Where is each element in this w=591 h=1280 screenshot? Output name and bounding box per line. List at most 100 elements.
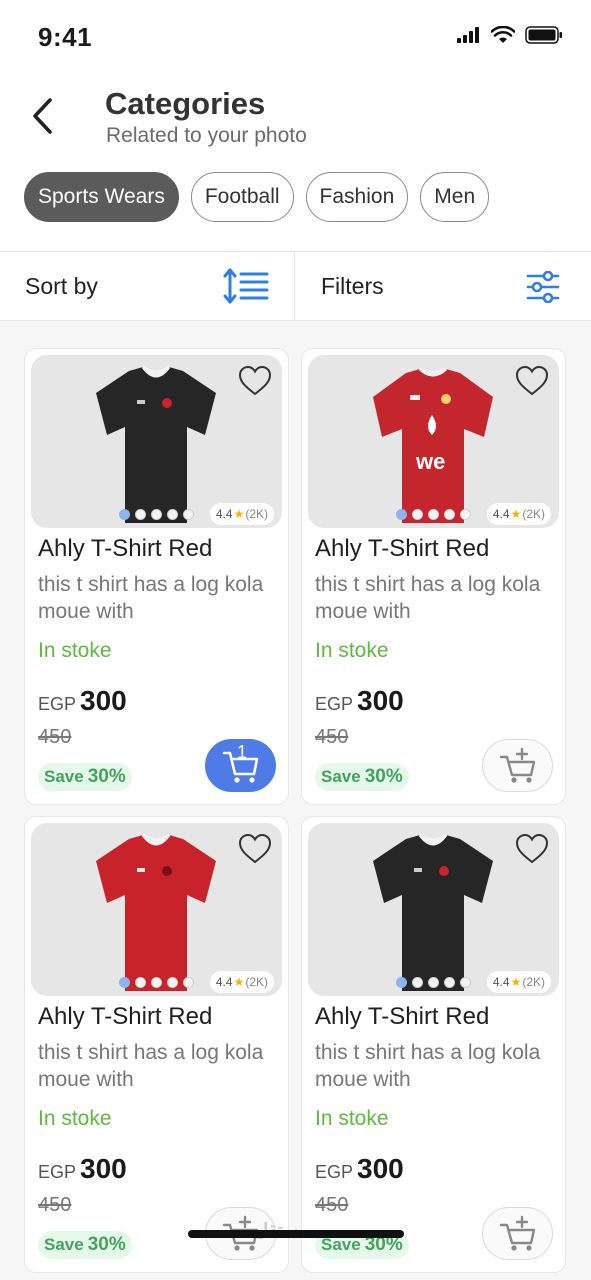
star-icon: ★ [233,507,245,521]
currency: EGP [315,694,354,714]
product-name[interactable]: Ahly T-Shirt Red [315,535,489,563]
favorite-heart-icon[interactable] [238,833,272,865]
carousel-dot[interactable] [183,977,194,988]
battery-icon [525,26,563,49]
product-card[interactable]: 4.4 ★ (2K) Ahly T-Shirt Red this t shirt h… [24,816,289,1273]
chevron-left-icon [33,98,52,134]
sliders-icon [526,270,560,308]
price: EGP 300 [315,685,404,717]
rating-badge: 4.4 ★ (2K) [486,503,551,525]
chip-men[interactable]: Men [420,172,490,222]
image-carousel-dots [396,977,471,988]
rating-value: 4.4 [492,507,510,521]
product-description: this t shirt has a log kola moue with [315,573,541,623]
rating-value: 4.4 [492,975,510,989]
carousel-dot[interactable] [135,509,146,520]
carousel-dot[interactable] [444,977,455,988]
wifi-icon [490,25,516,49]
product-name[interactable]: Ahly T-Shirt Red [315,1003,489,1031]
save-percent: 30% [87,766,126,787]
product-name[interactable]: Ahly T-Shirt Red [38,535,212,563]
image-carousel-dots [119,977,194,988]
chip-sports-wears[interactable]: Sports Wears [24,172,179,222]
product-name[interactable]: Ahly T-Shirt Red [38,1003,212,1031]
product-image: we 4.4 ★ (2K) [308,355,559,528]
price-value: 300 [80,685,127,716]
add-to-cart-button[interactable] [482,739,553,792]
tshirt-image: we [373,367,493,523]
price-value: 300 [357,685,404,716]
carousel-dot[interactable] [151,509,162,520]
review-count: (2K) [522,975,545,989]
tshirt-image [96,833,216,991]
sort-button[interactable]: Sort by [0,252,295,321]
status-icons [457,25,563,49]
category-chips: Sports Wears Football Fashion Men [24,172,490,222]
carousel-dot[interactable] [183,509,194,520]
currency: EGP [38,1162,77,1182]
add-to-cart-button[interactable]: 1 [205,739,276,792]
review-count: (2K) [245,975,268,989]
save-label: Save [44,1235,84,1254]
carousel-dot[interactable] [119,977,130,988]
favorite-heart-icon[interactable] [238,365,272,397]
carousel-dot[interactable] [151,977,162,988]
carousel-dot[interactable] [135,977,146,988]
image-carousel-dots [119,509,194,520]
stock-status: In stoke [38,639,112,662]
rating-badge: 4.4 ★ (2K) [209,503,274,525]
rating-badge: 4.4 ★ (2K) [209,971,274,993]
sort-label: Sort by [25,273,98,299]
chip-fashion[interactable]: Fashion [305,172,409,222]
carousel-dot[interactable] [396,509,407,520]
price: EGP 300 [38,685,127,717]
rating-badge: 4.4 ★ (2K) [486,971,551,993]
product-image: 4.4 ★ (2K) [31,823,282,996]
status-bar: 9:41 [0,0,591,74]
add-to-cart-button[interactable] [482,1207,553,1260]
carousel-dot[interactable] [412,509,423,520]
home-indicator[interactable] [188,1230,404,1238]
carousel-dot[interactable] [460,977,471,988]
status-time: 9:41 [38,22,93,52]
stock-status: In stoke [315,639,389,662]
price-value: 300 [357,1153,404,1184]
product-card[interactable]: we 4.4 ★ (2K) Ahly T-Shirt Red this t shir… [301,348,566,805]
save-label: Save [321,1235,361,1254]
carousel-dot[interactable] [428,977,439,988]
save-label: Save [44,767,84,786]
stock-status: In stoke [38,1107,112,1130]
product-card[interactable]: 4.4 ★ (2K) Ahly T-Shirt Red this t shirt h… [24,348,289,805]
chip-football[interactable]: Football [190,172,294,222]
currency: EGP [38,694,77,714]
page-title: Categories [105,86,266,121]
carousel-dot[interactable] [460,509,471,520]
back-button[interactable] [22,92,62,140]
carousel-dot[interactable] [412,977,423,988]
tshirt-image [373,833,493,991]
carousel-dot[interactable] [444,509,455,520]
save-percent: 30% [364,766,403,787]
cart-count: 1 [237,742,248,762]
carousel-dot[interactable] [428,509,439,520]
page-subtitle: Related to your photo [106,124,307,147]
price: EGP 300 [38,1153,127,1185]
carousel-dot[interactable] [167,977,178,988]
review-count: (2K) [522,507,545,521]
sort-filter-bar: Sort by Filters [0,251,591,321]
image-carousel-dots [396,509,471,520]
price-value: 300 [80,1153,127,1184]
filters-button[interactable]: Filters [296,252,591,321]
product-card[interactable]: 4.4 ★ (2K) Ahly T-Shirt Red this t shirt h… [301,816,566,1273]
carousel-dot[interactable] [167,509,178,520]
product-description: this t shirt has a log kola moue with [38,573,264,623]
carousel-dot[interactable] [119,509,130,520]
old-price: 450 [38,1194,72,1216]
favorite-heart-icon[interactable] [515,833,549,865]
favorite-heart-icon[interactable] [515,365,549,397]
carousel-dot[interactable] [396,977,407,988]
star-icon: ★ [510,975,522,989]
discount-badge: Save 30% [38,1231,132,1259]
rating-value: 4.4 [215,507,233,521]
currency: EGP [315,1162,354,1182]
